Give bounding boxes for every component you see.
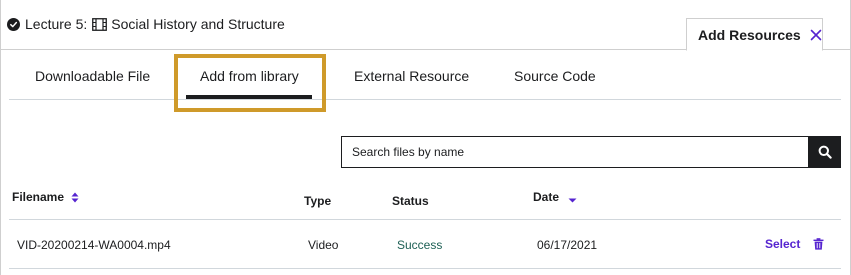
table-header-divider — [9, 219, 841, 220]
column-header-date[interactable]: Date — [533, 190, 577, 204]
column-header-filename-label: Filename — [12, 190, 65, 204]
row-type: Video — [308, 238, 339, 252]
search-input[interactable] — [341, 136, 808, 168]
tab-external-resource[interactable]: External Resource — [354, 51, 469, 100]
tab-source-code[interactable]: Source Code — [514, 51, 596, 100]
resource-type-tabs: Downloadable File Add from library Exter… — [9, 51, 841, 100]
column-header-filename[interactable]: Filename — [12, 190, 79, 204]
library-search — [341, 136, 841, 168]
lecture-name: Social History and Structure — [111, 16, 285, 32]
search-button[interactable] — [808, 136, 841, 168]
lecture-title-row: Lecture 5: Social History and Structure — [7, 16, 285, 32]
trash-icon[interactable] — [813, 238, 824, 250]
close-icon[interactable] — [810, 29, 822, 41]
row-date: 06/17/2021 — [537, 238, 598, 252]
search-icon — [818, 145, 832, 159]
add-resources-tab[interactable]: Add Resources — [686, 18, 823, 51]
check-circle-icon — [7, 17, 20, 31]
add-resources-tab-label: Add Resources — [698, 26, 801, 43]
sort-up-down-icon[interactable] — [71, 192, 79, 203]
row-filename: VID-20200214-WA0004.mp4 — [17, 238, 171, 252]
tab-highlight-box — [174, 54, 326, 112]
lecture-label: Lecture 5: — [25, 16, 88, 32]
sort-down-icon[interactable] — [568, 198, 577, 203]
film-icon — [92, 17, 108, 31]
select-button[interactable]: Select — [765, 237, 800, 251]
column-header-status: Status — [392, 194, 429, 208]
table-row-divider — [9, 268, 841, 269]
column-header-type: Type — [304, 194, 332, 208]
row-status: Success — [397, 238, 443, 252]
column-header-date-label: Date — [533, 190, 560, 204]
lecture-header: Lecture 5: Social History and Structure … — [0, 0, 851, 51]
tab-downloadable-file[interactable]: Downloadable File — [35, 51, 150, 100]
